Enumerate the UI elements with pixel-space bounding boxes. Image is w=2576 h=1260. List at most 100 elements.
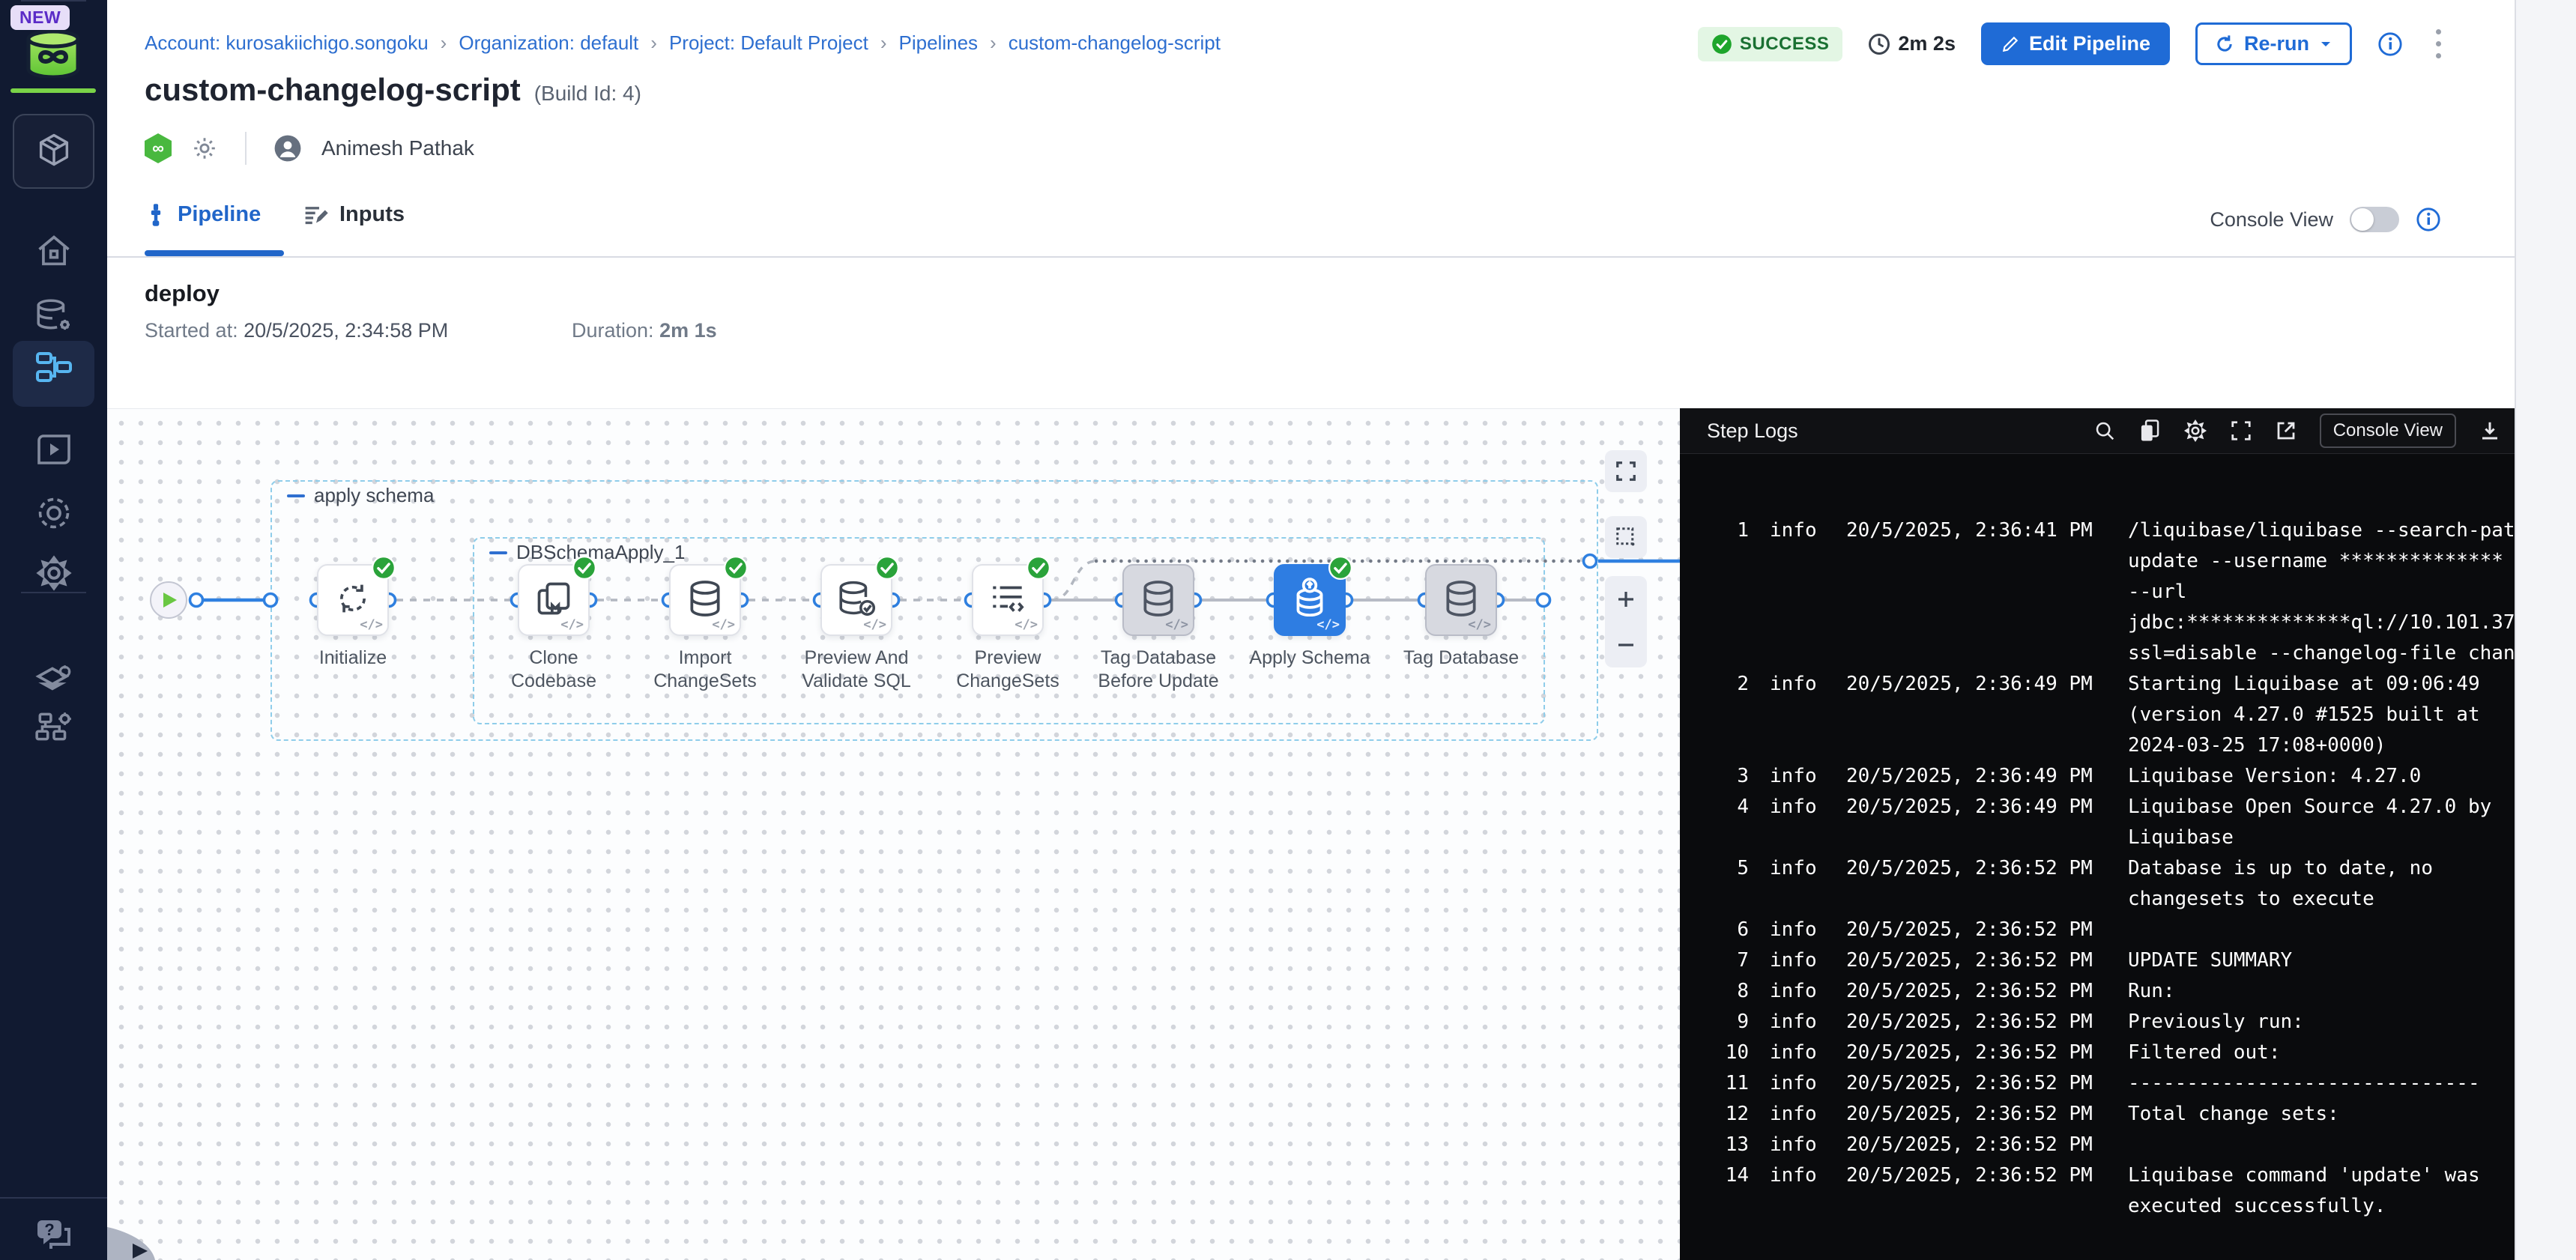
zoom-in-button[interactable] xyxy=(1615,588,1637,611)
search-icon[interactable] xyxy=(2093,420,2116,442)
pipeline-step-apply-schema[interactable]: </> xyxy=(1274,564,1346,636)
log-line: --url xyxy=(1680,577,2515,608)
log-timestamp: 20/5/2025, 2:36:41 PM xyxy=(1846,515,2125,546)
info-icon[interactable] xyxy=(2416,207,2441,232)
pipeline-canvas[interactable]: apply schema DBSchemaApply_1 </>Initiali… xyxy=(107,408,1680,1260)
log-line: 9info20/5/2025, 2:36:52 PMPreviously run… xyxy=(1680,1007,2515,1038)
sidebar-item-settings[interactable] xyxy=(0,487,107,542)
tab-inputs[interactable]: Inputs xyxy=(303,202,405,227)
sidebar-divider xyxy=(21,592,86,593)
pipeline-step-initialize[interactable]: </> xyxy=(317,564,389,636)
gear-icon[interactable] xyxy=(2183,419,2207,443)
log-line: 11info20/5/2025, 2:36:52 PM-------------… xyxy=(1680,1068,2515,1099)
more-options-menu[interactable] xyxy=(2428,26,2449,61)
pipeline-step-import-changesets[interactable]: </> xyxy=(669,564,741,636)
download-icon[interactable] xyxy=(2479,420,2501,442)
sidebar-item-pipelines[interactable] xyxy=(0,341,107,396)
console-view-toggle[interactable] xyxy=(2350,207,2399,232)
log-output[interactable]: 1info20/5/2025, 2:36:41 PM/liquibase/liq… xyxy=(1680,454,2515,1260)
console-view-button[interactable]: Console View xyxy=(2320,414,2456,448)
log-timestamp: 20/5/2025, 2:36:52 PM xyxy=(1846,915,2125,945)
log-line-number xyxy=(1707,823,1749,853)
breadcrumb-item[interactable]: Project: Default Project xyxy=(669,31,868,55)
pipeline-step-preview-changesets[interactable]: </> xyxy=(972,564,1044,636)
status-badge: SUCCESS xyxy=(1698,27,1843,61)
log-line-number: 7 xyxy=(1707,945,1749,976)
rerun-button[interactable]: Re-run xyxy=(2195,22,2352,65)
log-level: info xyxy=(1770,1038,1842,1068)
copy-icon[interactable] xyxy=(2138,419,2161,443)
log-message: Run: 0 xyxy=(2128,976,2515,1007)
log-line: 1info20/5/2025, 2:36:41 PM/liquibase/liq… xyxy=(1680,515,2515,546)
sidebar-item-home[interactable] xyxy=(0,225,107,280)
gear-icon[interactable] xyxy=(191,135,218,162)
success-check-icon xyxy=(371,555,396,581)
step-label: Tag Database xyxy=(1371,646,1551,670)
log-level: info xyxy=(1770,515,1842,546)
console-view-label: Console View xyxy=(2210,208,2333,231)
sidebar-item-project-settings[interactable] xyxy=(0,547,107,602)
breadcrumb-item[interactable]: Organization: default xyxy=(459,31,638,55)
log-message: Previously run: 3 xyxy=(2128,1007,2515,1038)
log-timestamp xyxy=(1846,546,2125,577)
external-link-icon[interactable] xyxy=(2275,420,2297,442)
tab-pipeline[interactable]: Pipeline xyxy=(145,202,261,227)
log-level xyxy=(1770,638,1842,669)
success-check-icon xyxy=(572,555,597,581)
log-level: info xyxy=(1770,1160,1842,1191)
log-line-number xyxy=(1707,546,1749,577)
log-level: info xyxy=(1770,1007,1842,1038)
breadcrumb-separator: › xyxy=(990,31,997,55)
clock-icon xyxy=(1868,33,1890,55)
sidebar-item-help[interactable]: ? xyxy=(0,1209,107,1260)
log-level xyxy=(1770,608,1842,638)
sidebar-divider xyxy=(21,0,86,1)
fit-screen-button[interactable] xyxy=(1605,450,1647,492)
step-logs-title: Step Logs xyxy=(1707,420,1798,443)
sidebar-item-infrastructure[interactable] xyxy=(0,700,107,756)
pipeline-step-tag-database-before-update[interactable]: </> xyxy=(1122,564,1194,636)
breadcrumb-item[interactable]: Pipelines xyxy=(899,31,979,55)
log-level xyxy=(1770,884,1842,915)
log-message: Total change sets: 3 xyxy=(2128,1099,2515,1130)
edit-pipeline-button[interactable]: Edit Pipeline xyxy=(1981,22,2170,65)
log-timestamp xyxy=(1846,700,2125,730)
log-message: Liquibase xyxy=(2128,823,2515,853)
log-line-number: 10 xyxy=(1707,1038,1749,1068)
info-icon[interactable] xyxy=(2377,31,2403,57)
breadcrumb-item[interactable]: Account: kurosakiichigo.songoku xyxy=(145,31,429,55)
page-title: custom-changelog-script xyxy=(145,72,521,108)
log-level: info xyxy=(1770,915,1842,945)
log-timestamp: 20/5/2025, 2:36:52 PM xyxy=(1846,1130,2125,1160)
sidebar-item-executions[interactable] xyxy=(0,423,107,479)
zoom-out-button[interactable] xyxy=(1615,634,1637,656)
log-timestamp xyxy=(1846,1191,2125,1222)
fullscreen-icon[interactable] xyxy=(2230,420,2252,442)
pipeline-step-preview-and-validate-sql[interactable]: </> xyxy=(820,564,892,636)
database-devops-logo-icon[interactable] xyxy=(22,30,84,78)
build-id: (Build Id: 4) xyxy=(534,82,641,106)
code-icon: </> xyxy=(560,617,584,632)
pipeline-edges xyxy=(107,409,1680,1260)
marquee-select-button[interactable] xyxy=(1605,516,1647,558)
log-line-number: 12 xyxy=(1707,1099,1749,1130)
breadcrumb-item[interactable]: custom-changelog-script xyxy=(1009,31,1221,55)
log-timestamp: 20/5/2025, 2:36:52 PM xyxy=(1846,1038,2125,1068)
sidebar-item-databases[interactable] xyxy=(0,289,107,345)
step-logs-header: Step Logs Console xyxy=(1680,408,2515,454)
gear-solid-icon xyxy=(34,553,74,597)
log-line-number: 13 xyxy=(1707,1130,1749,1160)
breadcrumb-separator: › xyxy=(441,31,447,55)
canvas-corner-handle[interactable] xyxy=(107,1197,166,1260)
log-timestamp xyxy=(1846,884,2125,915)
pipeline-step-clone-codebase[interactable]: </> xyxy=(518,564,590,636)
chat-question-icon: ? xyxy=(34,1217,73,1257)
page-scrollbar[interactable] xyxy=(2515,0,2576,1260)
log-timestamp xyxy=(1846,608,2125,638)
log-timestamp: 20/5/2025, 2:36:52 PM xyxy=(1846,1068,2125,1099)
pipeline-step-tag-database[interactable]: </> xyxy=(1425,564,1497,636)
sidebar-item-module-cube[interactable] xyxy=(13,114,94,189)
header-actions: SUCCESS 2m 2s Edit Pipeline xyxy=(1698,22,2449,65)
log-message: Liquibase Open Source 4.27.0 by xyxy=(2128,792,2515,823)
stage-duration: Duration: 2m 1s xyxy=(572,319,717,342)
